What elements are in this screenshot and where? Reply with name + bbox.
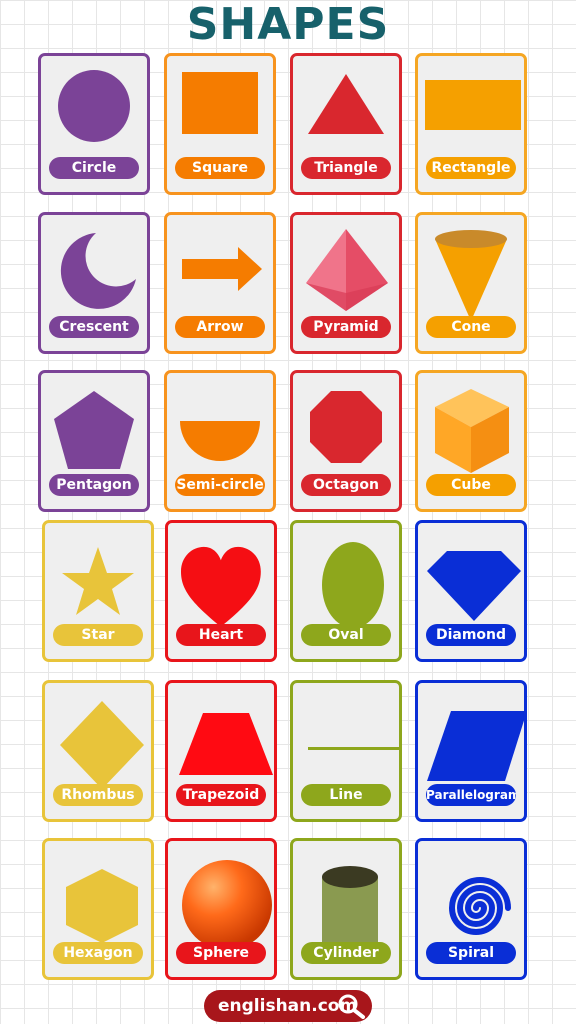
star-icon (62, 547, 134, 615)
trapezoid-icon (179, 713, 273, 775)
card-spiral[interactable]: Spiral (415, 838, 527, 980)
card-label: Pentagon (49, 474, 139, 496)
card-label: Triangle (301, 157, 391, 179)
card-trapezoid[interactable]: Trapezoid (165, 680, 277, 822)
card-label: Cylinder (301, 942, 391, 964)
arrow-icon (182, 247, 262, 291)
card-label: Heart (176, 624, 266, 646)
card-pentagon[interactable]: Pentagon (38, 370, 150, 512)
crescent-icon (60, 233, 136, 309)
card-arrow[interactable]: Arrow (164, 212, 276, 354)
card-semi-circle[interactable]: Semi-circle (164, 370, 276, 512)
card-label: Circle (49, 157, 139, 179)
card-rhombus[interactable]: Rhombus (42, 680, 154, 822)
heart-icon (181, 546, 261, 627)
spiral-icon (448, 877, 511, 935)
card-label: Rhombus (53, 784, 143, 806)
parallelogram-icon (427, 711, 527, 781)
card-label: Semi-circle (175, 474, 265, 496)
card-octagon[interactable]: Octagon (290, 370, 402, 512)
card-label: Octagon (301, 474, 391, 496)
card-oval[interactable]: Oval (290, 520, 402, 662)
line-icon (308, 747, 402, 750)
page-title: SHAPES (186, 0, 390, 50)
card-label: Rectangle (426, 157, 516, 179)
card-label: Parallelogram (426, 784, 516, 806)
card-label: Hexagon (53, 942, 143, 964)
card-label: Cone (426, 316, 516, 338)
oval-icon (322, 542, 384, 628)
square-icon (182, 72, 258, 134)
magnifier-icon (338, 994, 365, 1019)
card-label: Sphere (176, 942, 266, 964)
card-crescent[interactable]: Crescent (38, 212, 150, 354)
card-diamond[interactable]: Diamond (415, 520, 527, 662)
card-triangle[interactable]: Triangle (290, 53, 402, 195)
pyramid-icon (306, 229, 388, 311)
card-parallelogram[interactable]: Parallelogram (415, 680, 527, 822)
circle-icon (58, 70, 130, 142)
card-star[interactable]: Star (42, 520, 154, 662)
card-circle[interactable]: Circle (38, 53, 150, 195)
card-rectangle[interactable]: Rectangle (415, 53, 527, 195)
card-label: Crescent (49, 316, 139, 338)
hexagon-icon (66, 869, 138, 943)
rectangle-icon (425, 80, 521, 130)
card-line[interactable]: Line (290, 680, 402, 822)
card-heart[interactable]: Heart (165, 520, 277, 662)
cube-icon (435, 389, 509, 473)
rhombus-icon (60, 701, 144, 789)
card-label: Line (301, 784, 391, 806)
card-label: Cube (426, 474, 516, 496)
octagon-icon (310, 391, 382, 463)
cylinder-icon (322, 866, 378, 958)
card-sphere[interactable]: Sphere (165, 838, 277, 980)
card-cone[interactable]: Cone (415, 212, 527, 354)
card-cylinder[interactable]: Cylinder (290, 838, 402, 980)
card-cube[interactable]: Cube (415, 370, 527, 512)
card-label: Diamond (426, 624, 516, 646)
cone-icon (435, 230, 507, 321)
pentagon-icon (54, 391, 134, 469)
card-label: Spiral (426, 942, 516, 964)
card-label: Arrow (175, 316, 265, 338)
triangle-icon (308, 74, 384, 134)
card-label: Trapezoid (176, 784, 266, 806)
sphere-icon (182, 860, 272, 950)
card-label: Pyramid (301, 316, 391, 338)
diamond-icon (427, 551, 521, 621)
card-label: Oval (301, 624, 391, 646)
card-label: Star (53, 624, 143, 646)
card-hexagon[interactable]: Hexagon (42, 838, 154, 980)
card-label: Square (175, 157, 265, 179)
semi-circle-icon (180, 421, 260, 461)
card-square[interactable]: Square (164, 53, 276, 195)
footer-link[interactable]: englishan.com (204, 990, 372, 1022)
card-pyramid[interactable]: Pyramid (290, 212, 402, 354)
